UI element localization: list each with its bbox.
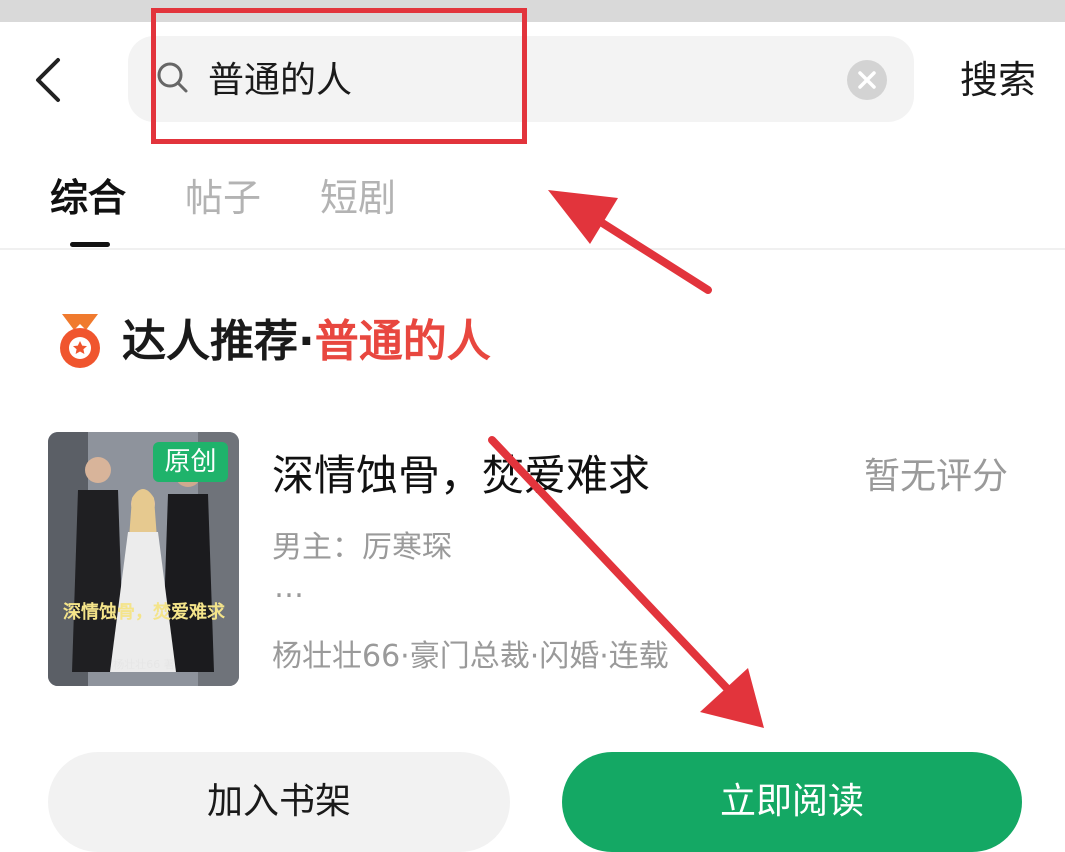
- tab-all[interactable]: 综合: [50, 168, 126, 228]
- section-title-keyword: 普通的人: [314, 316, 491, 367]
- divider: [0, 248, 1065, 250]
- arrow-to-tabs: [548, 190, 712, 294]
- cover-author: 杨壮壮66 著: [113, 658, 175, 671]
- book-meta: 杨壮壮66·豪门总裁·闪婚·连载: [272, 639, 669, 674]
- tab-posts[interactable]: 帖子: [185, 168, 261, 228]
- medal-icon: [60, 314, 100, 368]
- add-to-shelf-button[interactable]: 加入书架: [48, 752, 510, 852]
- book-description-ellipsis: …: [274, 570, 304, 605]
- back-button[interactable]: [22, 50, 72, 110]
- section-title-prefix: 达人推荐·: [122, 316, 315, 367]
- read-now-button[interactable]: 立即阅读: [562, 752, 1022, 852]
- annotation-highlight-box: [151, 8, 527, 144]
- back-arrow-icon: [36, 58, 60, 102]
- tab-short-drama[interactable]: 短剧: [320, 168, 396, 228]
- original-badge: 原创: [153, 442, 228, 482]
- cover-title: 深情蚀骨，焚爱难求: [63, 602, 225, 623]
- book-description: 男主：厉寒琛: [272, 530, 452, 565]
- rating-text: 暂无评分: [864, 456, 1009, 497]
- active-tab-indicator: [70, 242, 110, 247]
- search-button[interactable]: 搜索: [960, 52, 1036, 108]
- section-title: 达人推荐·普通的人: [122, 312, 491, 372]
- clear-icon[interactable]: [846, 59, 888, 101]
- book-title[interactable]: 深情蚀骨，焚爱难求: [272, 446, 650, 506]
